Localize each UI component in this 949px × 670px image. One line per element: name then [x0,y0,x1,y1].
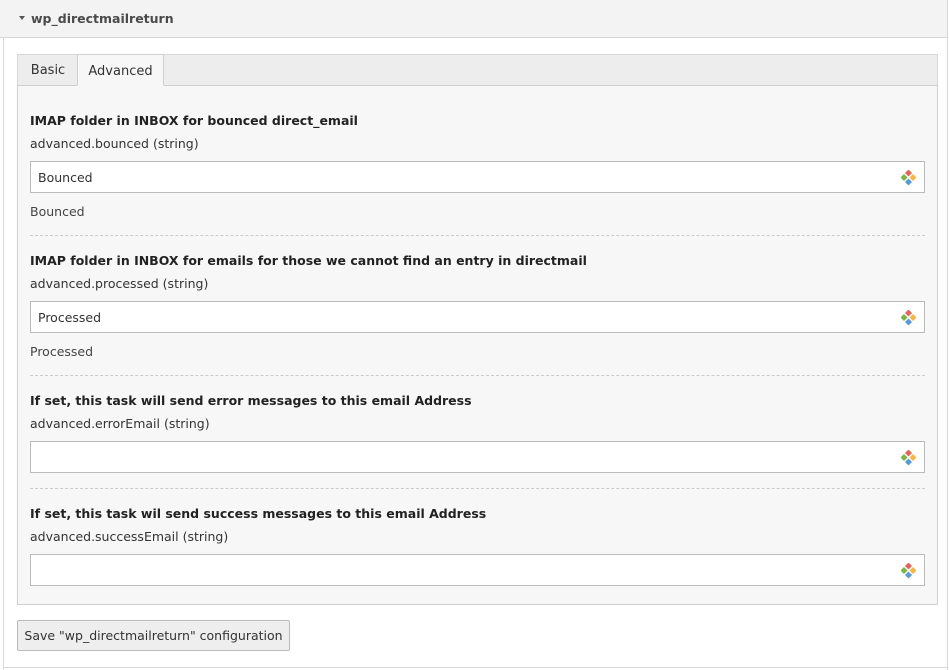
error-email-input[interactable] [30,441,925,473]
divider [3,667,948,668]
tab-basic[interactable]: Basic [18,54,78,86]
extension-title: wp_directmailreturn [31,11,174,26]
field-bounced-title: IMAP folder in INBOX for bounced direct_… [30,113,358,128]
field-wizard-icon[interactable] [901,563,917,579]
extension-header[interactable]: wp_directmailreturn [0,0,948,38]
success-email-input[interactable] [30,554,925,586]
field-bounced-key: advanced.bounced (string) [30,136,199,151]
bounced-input-value: Bounced [38,170,93,185]
bounced-default-value: Bounced [30,204,85,219]
processed-default-value: Processed [30,344,94,359]
field-success-email-key: advanced.successEmail (string) [30,529,229,544]
tab-advanced[interactable]: Advanced [77,54,164,86]
processed-input-value: Processed [38,310,102,325]
divider [30,488,925,489]
field-error-email-title: If set, this task will send error messag… [30,393,472,408]
save-configuration-button[interactable]: Save "wp_directmailreturn" configuration [17,620,290,651]
field-error-email-key: advanced.errorEmail (string) [30,416,210,431]
divider [30,375,925,376]
bounced-input[interactable]: Bounced [30,161,925,193]
divider [30,235,925,236]
field-wizard-icon[interactable] [901,170,917,186]
field-processed-title: IMAP folder in INBOX for emails for thos… [30,253,587,268]
field-wizard-icon[interactable] [901,310,917,326]
caret-down-icon[interactable] [19,16,25,20]
field-success-email-title: If set, this task wil send success messa… [30,506,487,521]
field-processed-key: advanced.processed (string) [30,276,209,291]
field-wizard-icon[interactable] [901,450,917,466]
processed-input[interactable]: Processed [30,301,925,333]
